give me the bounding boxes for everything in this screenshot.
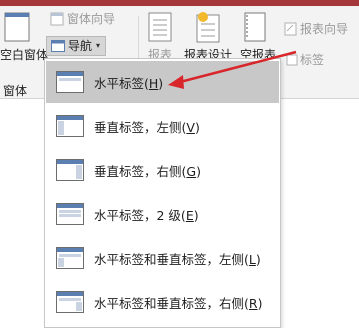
annotation-arrow [168, 50, 297, 89]
